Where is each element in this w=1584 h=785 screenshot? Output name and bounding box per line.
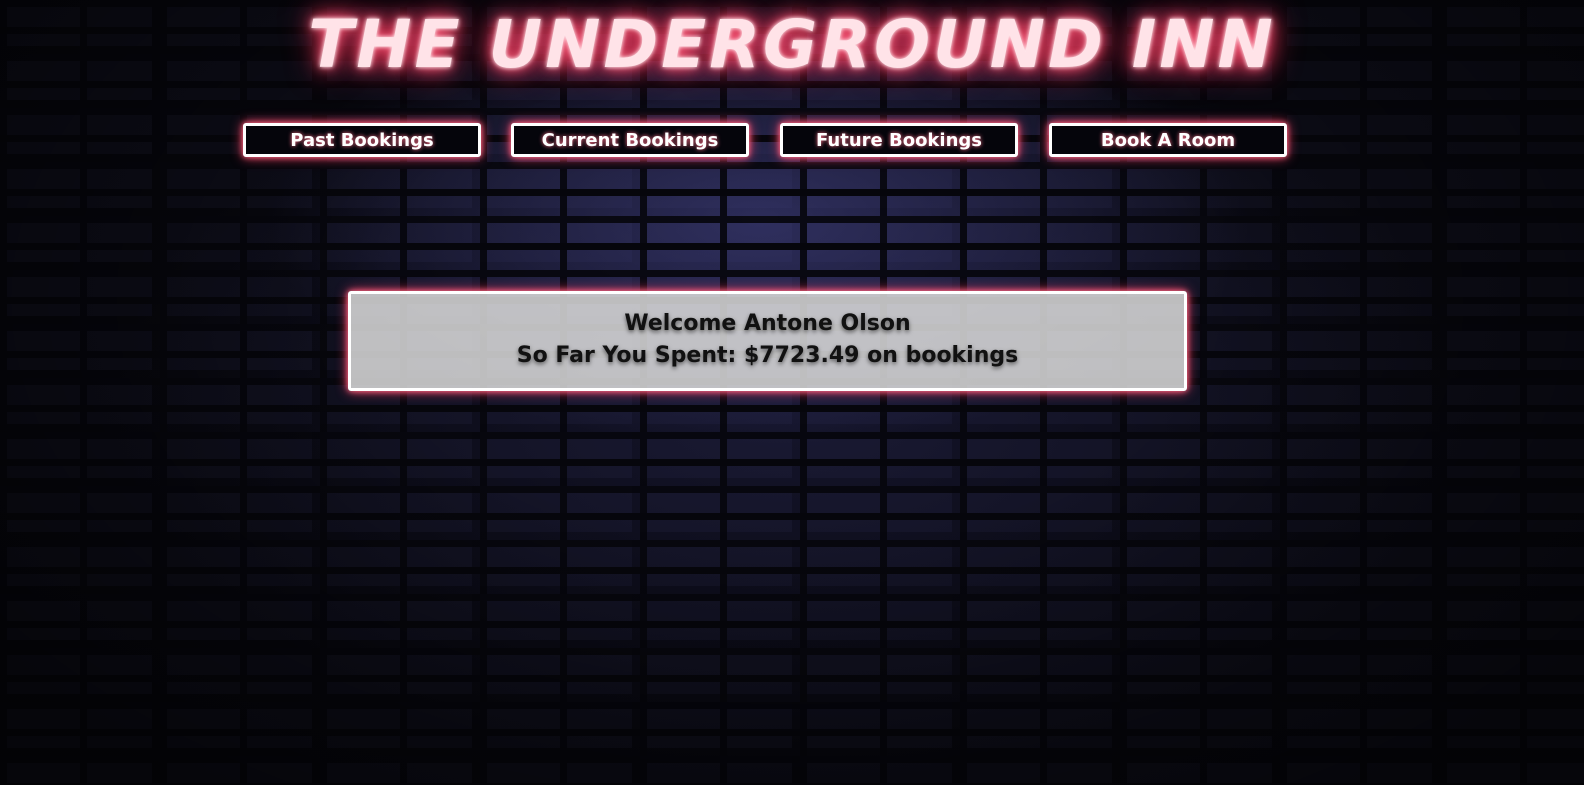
welcome-greeting: Welcome Antone Olson [624, 311, 911, 336]
site-title: THE UNDERGROUND INN [308, 6, 1276, 83]
book-a-room-button[interactable]: Book A Room [1049, 123, 1287, 157]
past-bookings-button[interactable]: Past Bookings [243, 123, 481, 157]
background-vignette [0, 0, 1584, 785]
future-bookings-button[interactable]: Future Bookings [780, 123, 1018, 157]
welcome-panel: Welcome Antone Olson So Far You Spent: $… [348, 291, 1187, 391]
total-spent-text: So Far You Spent: $7723.49 on bookings [516, 343, 1019, 368]
current-bookings-button[interactable]: Current Bookings [511, 123, 749, 157]
main-nav: Past Bookings Current Bookings Future Bo… [0, 123, 1584, 163]
